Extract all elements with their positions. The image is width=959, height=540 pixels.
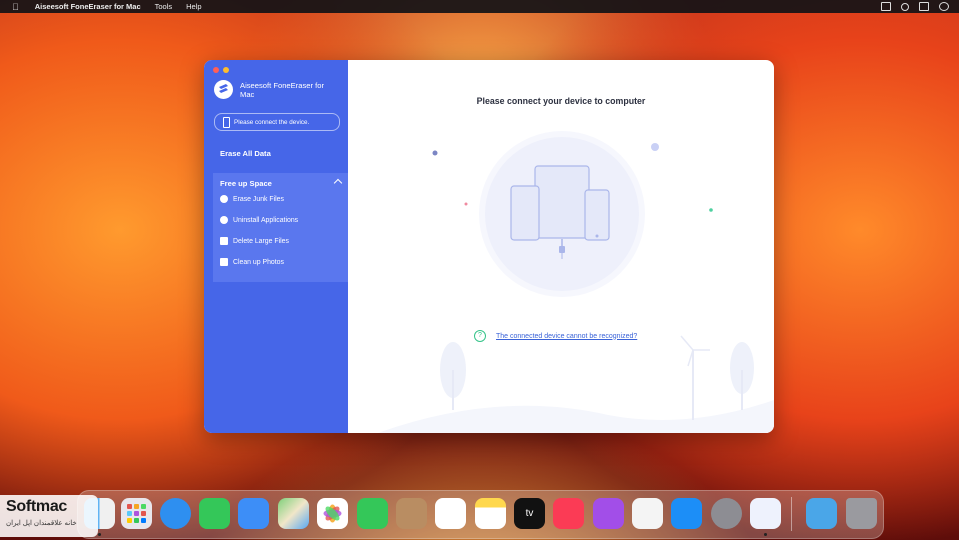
running-indicator: [764, 533, 767, 536]
sidebar-item-label: Delete Large Files: [233, 237, 289, 245]
window-controls: [213, 67, 229, 73]
app-logo-icon: [214, 80, 233, 99]
safari-icon[interactable]: [160, 498, 191, 529]
chevron-up-icon[interactable]: [333, 178, 343, 188]
app-store-icon: [220, 216, 228, 224]
photo-icon: [220, 258, 228, 266]
podcasts-icon[interactable]: [593, 498, 624, 529]
photos-icon[interactable]: [317, 498, 348, 529]
app-header: Aiseesoft FoneEraser for Mac: [214, 80, 330, 99]
dock-separator: [791, 497, 792, 531]
device-status-box[interactable]: Please connect the device.: [214, 113, 340, 131]
sidebar-item-label: Uninstall Applications: [233, 216, 299, 224]
landscape-decoration: [378, 335, 774, 433]
music-icon[interactable]: [553, 498, 584, 529]
softmac-watermark: Softmac خانه علاقمندان اپل ایران: [0, 495, 98, 537]
watermark-title: Softmac: [6, 498, 68, 515]
trash-icon[interactable]: [846, 498, 877, 529]
fone-eraser-icon[interactable]: [750, 498, 781, 529]
app-store-icon[interactable]: [671, 498, 702, 529]
sidebar-item-erase-all-data[interactable]: Erase All Data: [220, 149, 271, 158]
sidebar-item-label: Clean up Photos: [233, 258, 284, 266]
free-up-space-panel: Free up Space Erase Junk Files Uninstall…: [213, 173, 348, 282]
phone-icon: [223, 116, 230, 128]
notes-icon[interactable]: [475, 498, 506, 529]
app-title: Aiseesoft FoneEraser for Mac: [240, 80, 324, 99]
device-status-text: Please connect the device.: [234, 118, 310, 126]
dock: tv: [77, 490, 884, 539]
messages-icon[interactable]: [199, 498, 230, 529]
news-icon[interactable]: [632, 498, 663, 529]
downloads-folder-icon[interactable]: [806, 498, 837, 529]
main-content: Please connect your device to computer ?…: [348, 60, 774, 433]
document-icon: [220, 237, 228, 245]
apple-menu-icon[interactable]: : [12, 2, 19, 12]
tv-icon[interactable]: tv: [514, 498, 545, 529]
sidebar-item-label: Erase Junk Files: [233, 195, 284, 203]
maps-icon[interactable]: [278, 498, 309, 529]
menu-bar:  Aiseesoft FoneEraser for Mac Tools Hel…: [0, 0, 959, 13]
sidebar-item-uninstall-applications[interactable]: Uninstall Applications: [220, 216, 298, 224]
mail-icon[interactable]: [238, 498, 269, 529]
watermark-subtitle: خانه علاقمندان اپل ایران: [6, 520, 77, 527]
contacts-icon[interactable]: [396, 498, 427, 529]
control-center-icon[interactable]: [919, 2, 929, 11]
sidebar-item-erase-junk-files[interactable]: Erase Junk Files: [220, 195, 284, 203]
close-button[interactable]: [213, 67, 219, 73]
app-window: Aiseesoft FoneEraser for Mac Please conn…: [204, 60, 774, 433]
clock-icon: [220, 195, 228, 203]
menu-tools[interactable]: Tools: [155, 2, 173, 11]
sidebar: Aiseesoft FoneEraser for Mac Please conn…: [204, 60, 348, 433]
facetime-icon[interactable]: [357, 498, 388, 529]
search-icon[interactable]: [901, 2, 909, 11]
keyboard-icon[interactable]: [881, 2, 891, 11]
minimize-button[interactable]: [223, 67, 229, 73]
sidebar-item-delete-large-files[interactable]: Delete Large Files: [220, 237, 289, 245]
menu-app-name[interactable]: Aiseesoft FoneEraser for Mac: [35, 2, 141, 11]
sidebar-item-clean-up-photos[interactable]: Clean up Photos: [220, 258, 284, 266]
siri-icon[interactable]: [939, 2, 949, 11]
launchpad-icon[interactable]: [121, 498, 152, 529]
device-illustration: [432, 131, 713, 297]
menu-status-area: [881, 0, 949, 13]
free-up-space-title[interactable]: Free up Space: [220, 179, 272, 188]
menu-help[interactable]: Help: [186, 2, 201, 11]
running-indicator: [98, 533, 101, 536]
system-preferences-icon[interactable]: [711, 498, 742, 529]
reminders-icon[interactable]: [435, 498, 466, 529]
